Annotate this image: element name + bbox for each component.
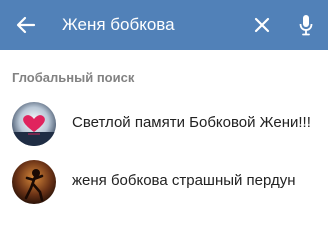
- arrow-left-icon: [16, 16, 36, 34]
- microphone-icon: [299, 15, 313, 36]
- person-avatar: [12, 160, 56, 204]
- heart-avatar: [12, 102, 56, 146]
- search-result-title: женя бобкова страшный пердун: [72, 172, 296, 189]
- search-input[interactable]: [62, 10, 232, 40]
- voice-search-button[interactable]: [292, 9, 320, 41]
- back-button[interactable]: [10, 9, 42, 41]
- search-header: [0, 0, 328, 50]
- search-result-item[interactable]: женя бобкова страшный пердун: [0, 154, 328, 210]
- close-icon: [254, 17, 270, 33]
- clear-search-button[interactable]: [246, 9, 278, 41]
- section-title: Глобальный поиск: [12, 70, 135, 85]
- search-result-title: Светлой памяти Бобковой Жени!!!: [72, 114, 311, 131]
- search-result-item[interactable]: Светлой памяти Бобковой Жени!!!: [0, 96, 328, 152]
